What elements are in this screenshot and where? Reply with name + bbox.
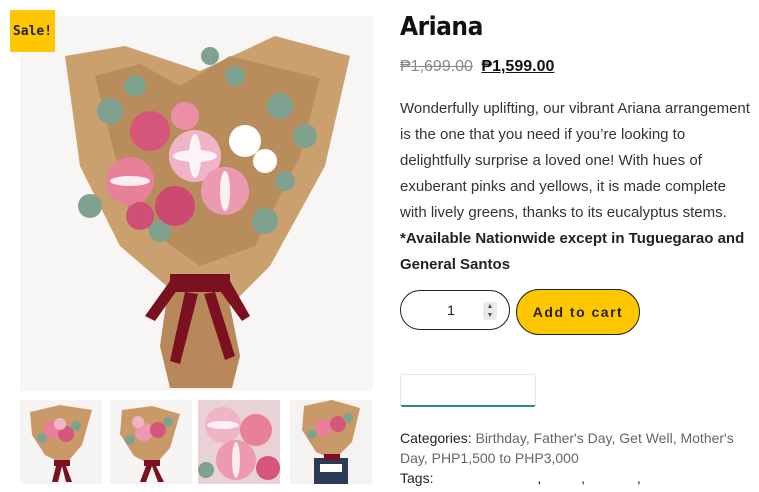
product-title: Ariana bbox=[400, 12, 483, 42]
product-categories: Categories: Birthday, Father's Day, Get … bbox=[400, 430, 734, 466]
quantity-stepper[interactable]: 1 ▲ ▼ bbox=[400, 290, 510, 330]
quantity-value[interactable]: 1 bbox=[441, 291, 461, 329]
add-to-cart-button[interactable]: Add to cart bbox=[516, 289, 640, 335]
category-link-birthday[interactable]: Birthday bbox=[475, 430, 525, 446]
original-price: ₱1,699.00 bbox=[400, 58, 473, 75]
product-price: ₱1,699.00 ₱1,599.00 bbox=[400, 58, 554, 76]
quantity-spin-icon[interactable]: ▲ ▼ bbox=[483, 302, 497, 320]
wishlist-box[interactable] bbox=[400, 374, 536, 407]
thumbnail-bouquet-side[interactable] bbox=[110, 400, 192, 484]
availability-note: *Available Nationwide except in Tuguegar… bbox=[400, 230, 745, 273]
sale-badge: Sale! bbox=[10, 10, 55, 52]
sale-badge-label: Sale! bbox=[12, 23, 53, 39]
description-text: Wonderfully uplifting, our vibrant Arian… bbox=[400, 100, 750, 221]
tags-label: Tags: bbox=[400, 470, 434, 486]
thumbnail-bouquet-held[interactable] bbox=[290, 400, 372, 484]
category-link-fathers-day[interactable]: Father's Day bbox=[534, 430, 612, 446]
category-link-price-range[interactable]: PHP1,500 to PHP3,000 bbox=[432, 450, 579, 466]
thumbnail-lily-closeup[interactable] bbox=[198, 400, 280, 484]
categories-label: Categories: bbox=[400, 430, 472, 446]
gallery-thumbnails bbox=[20, 400, 373, 484]
product-tags: Tags: , , , bbox=[400, 470, 641, 486]
product-main-image[interactable] bbox=[20, 16, 373, 391]
thumbnail-bouquet-front[interactable] bbox=[20, 400, 102, 484]
product-summary: Ariana ₱1,699.00 ₱1,599.00 Wonderfully u… bbox=[400, 0, 759, 492]
sale-price: ₱1,599.00 bbox=[481, 58, 555, 75]
product-description: Wonderfully uplifting, our vibrant Arian… bbox=[400, 96, 755, 278]
category-link-get-well[interactable]: Get Well bbox=[619, 430, 672, 446]
bouquet-image bbox=[20, 16, 373, 391]
